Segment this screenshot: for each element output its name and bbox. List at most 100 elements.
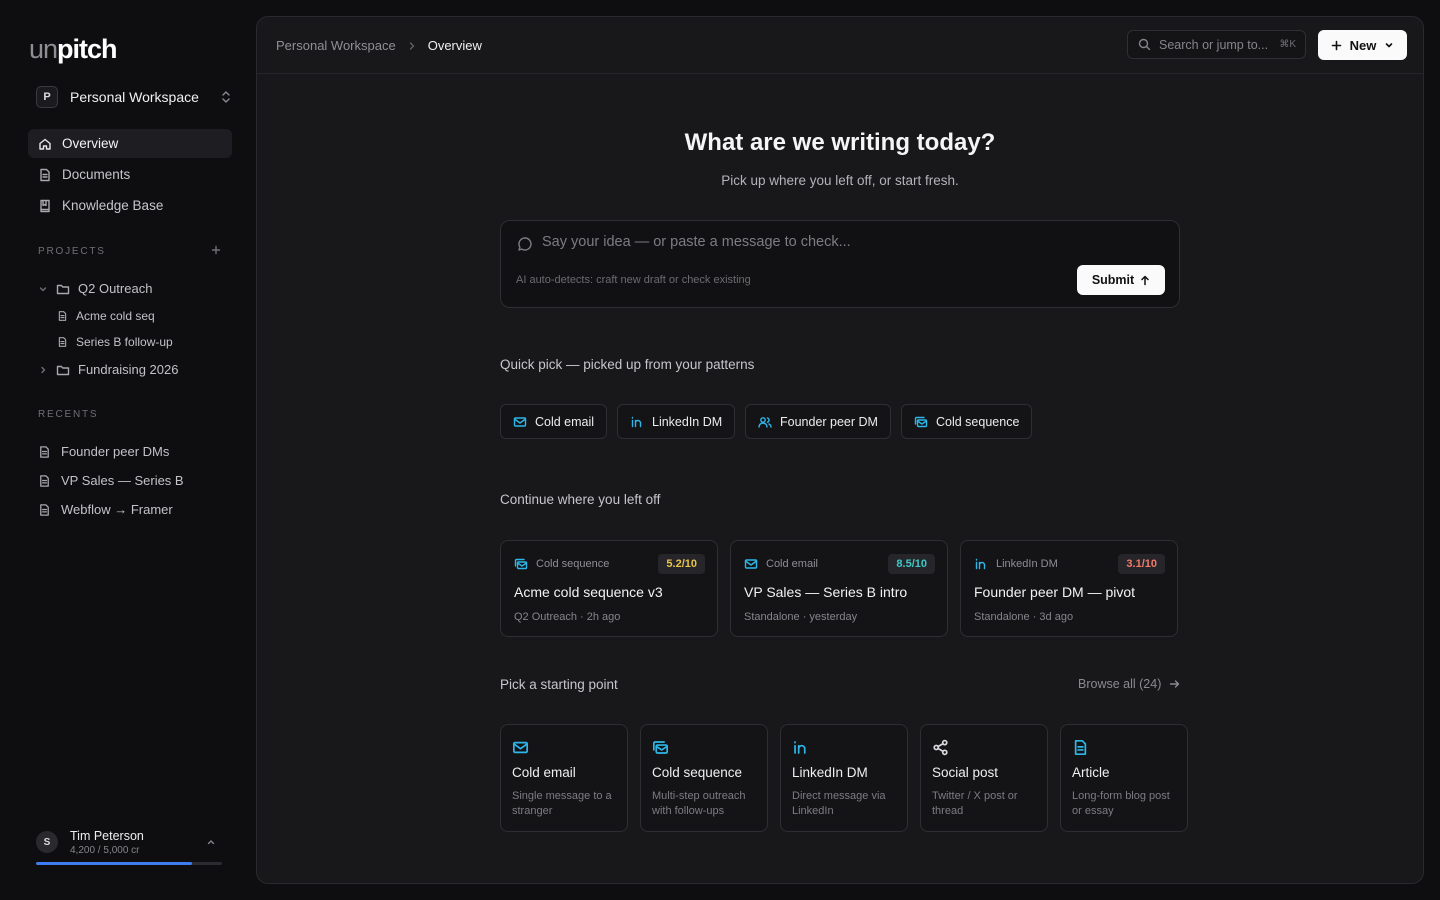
recent-item[interactable]: Founder peer DMs (38, 444, 169, 459)
card-type-label: Cold sequence (536, 558, 610, 570)
folder-icon (56, 363, 70, 377)
logo-bold-text: pitch (57, 34, 117, 64)
card-title: Founder peer DM — pivot (974, 584, 1136, 600)
score-badge: 3.1/10 (1118, 554, 1165, 574)
nav-item-overview[interactable]: Overview (28, 129, 232, 158)
quick-pick-title: Quick pick — picked up from your pattern… (500, 357, 755, 372)
chip-cold-email[interactable]: Cold email (500, 404, 608, 439)
chevron-updown-icon (220, 90, 232, 104)
browse-all-label: Browse all (24) (1078, 677, 1162, 691)
composer: AI auto-detects: craft new draft or chec… (500, 220, 1180, 308)
chip-founder-peer-dm[interactable]: Founder peer DM (745, 404, 891, 439)
card-meta: Standalone · 3d ago (974, 611, 1074, 623)
sidebar: unpitch P Personal Workspace Overview Do… (0, 0, 256, 900)
chip-label: Cold email (535, 414, 595, 429)
chevron-down-icon (1384, 40, 1394, 50)
mail-icon (744, 557, 758, 571)
recent-item[interactable]: Webflow → Framer (38, 502, 173, 517)
projects-label: PROJECTS (38, 246, 106, 257)
user-name: Tim Peterson (70, 828, 144, 843)
folder-icon (56, 282, 70, 296)
chevron-right-icon (38, 365, 48, 375)
template-description: Twitter / X post or thread (932, 790, 1018, 817)
recent-item-label: Webflow → Framer (61, 502, 173, 517)
topbar: Personal Workspace Overview Search or ju… (257, 17, 1423, 74)
recent-doc-card[interactable]: Cold sequence 5.2/10 Acme cold sequence … (500, 540, 718, 637)
breadcrumb-workspace[interactable]: Personal Workspace (276, 38, 396, 53)
card-title: VP Sales — Series B intro (744, 584, 908, 600)
credit-progress-fill (36, 862, 193, 865)
add-project-icon[interactable] (210, 244, 222, 256)
search-placeholder: Search or jump to... (1159, 37, 1269, 52)
template-title: Social post (932, 765, 999, 780)
template-cold-email[interactable]: Cold email Single message to a stranger (500, 724, 628, 832)
document-icon (38, 474, 51, 488)
arrow-right-icon (1169, 679, 1180, 689)
share-icon (932, 739, 949, 756)
recent-doc-card[interactable]: Cold email 8.5/10 VP Sales — Series B in… (730, 540, 948, 637)
recent-item-label: Founder peer DMs (61, 444, 170, 459)
continue-title: Continue where you left off (500, 492, 661, 507)
nav-item-knowledge-base[interactable]: Knowledge Base (28, 191, 232, 220)
submit-button-label: Submit (1091, 273, 1135, 287)
card-title: Acme cold sequence v3 (514, 584, 663, 600)
card-type: Cold sequence (514, 557, 609, 571)
recent-item-label: VP Sales — Series B (61, 473, 184, 488)
folder-q2-outreach[interactable]: Q2 Outreach (38, 281, 152, 296)
chevron-down-icon (38, 284, 48, 294)
search-input[interactable]: Search or jump to... ⌘K (1127, 30, 1306, 59)
chip-cold-sequence[interactable]: Cold sequence (901, 404, 1033, 439)
document-icon (38, 445, 51, 459)
mail-icon (513, 415, 527, 429)
template-cold-sequence[interactable]: Cold sequence Multi-step outreach with f… (640, 724, 768, 832)
user-menu[interactable]: S Tim Peterson 4,200 / 5,000 cr (36, 827, 226, 857)
submit-button[interactable]: Submit (1077, 265, 1165, 295)
credit-progress-bar (36, 862, 222, 865)
document-icon (38, 503, 51, 517)
breadcrumb: Personal Workspace Overview (276, 38, 482, 53)
chevron-right-icon (408, 41, 416, 51)
workspace-name: Personal Workspace (70, 89, 199, 105)
template-social-post[interactable]: Social post Twitter / X post or thread (920, 724, 1048, 832)
mail-stack-icon (652, 739, 669, 756)
linkedin-icon (630, 415, 644, 429)
browse-all-link[interactable]: Browse all (24) (1078, 677, 1180, 691)
template-linkedin-dm[interactable]: LinkedIn DM Direct message via LinkedIn (780, 724, 908, 832)
avatar: S (36, 831, 58, 853)
workspace-switcher[interactable]: P Personal Workspace (36, 85, 236, 109)
template-article[interactable]: Article Long-form blog post or essay (1060, 724, 1188, 832)
chip-label: Founder peer DM (780, 414, 878, 429)
idea-input[interactable] (542, 234, 1142, 250)
page-title: What are we writing today? (684, 129, 996, 156)
folder-fundraising-2026[interactable]: Fundraising 2026 (38, 362, 178, 377)
nav-item-label: Knowledge Base (62, 198, 164, 213)
new-button[interactable]: New (1318, 30, 1407, 60)
tree-item-series-b[interactable]: Series B follow-up (57, 335, 173, 349)
card-type: Cold email (744, 557, 818, 571)
breadcrumb-current: Overview (427, 38, 482, 53)
template-description: Single message to a stranger (512, 790, 612, 817)
folder-label: Fundraising 2026 (78, 362, 179, 377)
template-title: Article (1072, 765, 1110, 780)
page-subtitle: Pick up where you left off, or start fre… (721, 173, 959, 188)
template-description: Long-form blog post or essay (1072, 790, 1170, 817)
recent-item[interactable]: VP Sales — Series B (38, 473, 184, 488)
nav-item-documents[interactable]: Documents (28, 160, 232, 189)
logo-light-text: un (29, 34, 58, 64)
user-credits: 4,200 / 5,000 cr (70, 844, 140, 856)
users-icon (758, 415, 772, 429)
main-panel: Personal Workspace Overview Search or ju… (256, 16, 1424, 884)
chip-label: Cold sequence (936, 414, 1020, 429)
recents-label: RECENTS (38, 409, 99, 420)
plus-icon (1331, 40, 1342, 51)
tree-item-acme[interactable]: Acme cold seq (57, 309, 155, 323)
recent-doc-card[interactable]: LinkedIn DM 3.1/10 Founder peer DM — piv… (960, 540, 1178, 637)
folder-label: Q2 Outreach (78, 281, 153, 296)
score-badge: 5.2/10 (658, 554, 705, 574)
document-icon (57, 336, 68, 348)
chip-label: LinkedIn DM (652, 414, 723, 429)
mail-stack-icon (914, 415, 928, 429)
logo[interactable]: unpitch (29, 34, 118, 65)
chip-linkedin-dm[interactable]: LinkedIn DM (617, 404, 736, 439)
arrow-up-icon (1140, 275, 1150, 286)
